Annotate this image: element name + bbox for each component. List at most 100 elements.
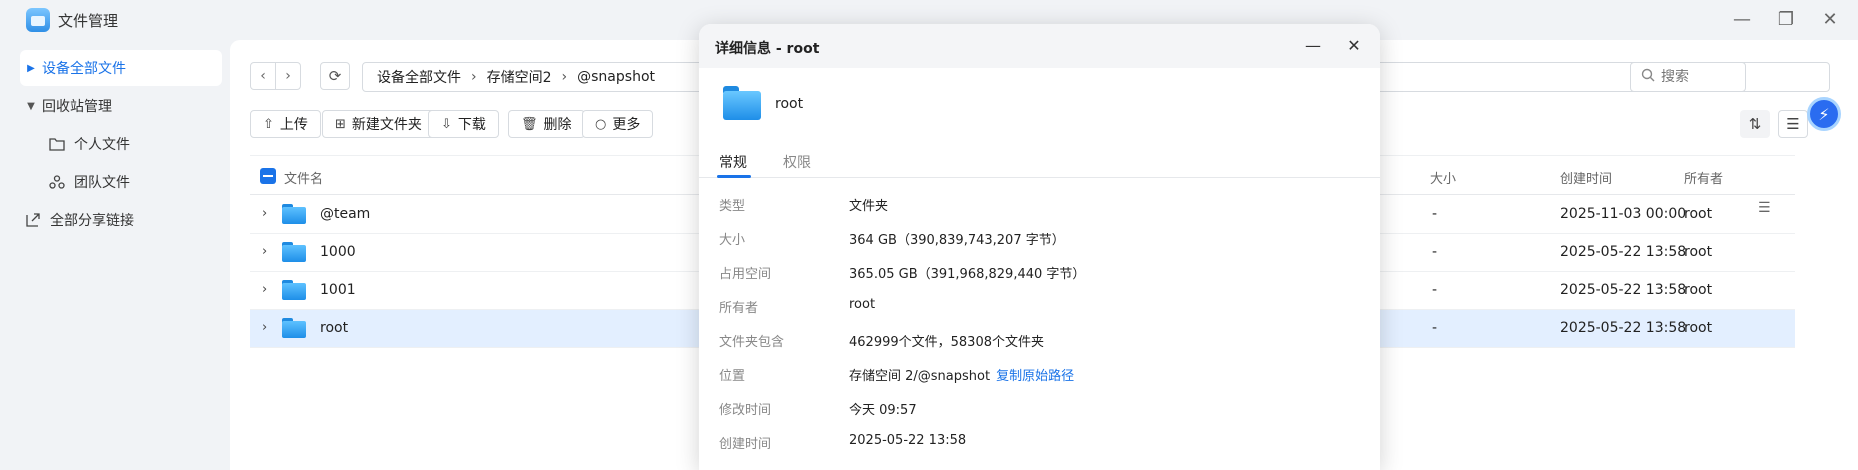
sidebar-item-label: 设备全部文件 xyxy=(42,61,126,77)
file-name: root xyxy=(320,320,349,336)
prop-label-type: 类型 xyxy=(719,199,746,214)
dialog-title: 详细信息 - root xyxy=(715,41,820,57)
file-name: 1001 xyxy=(320,282,356,298)
sidebar-item-share-links[interactable]: 全部分享链接 xyxy=(20,202,222,238)
delete-label: 删除 xyxy=(543,117,572,133)
prop-value-owner: root xyxy=(849,297,876,312)
chevron-right-icon: › xyxy=(561,69,568,85)
caret-right-icon: ▶ xyxy=(27,62,35,74)
delete-button[interactable]: 🗑 删除 xyxy=(508,110,585,138)
file-created: 2025-05-22 13:58 xyxy=(1560,282,1687,298)
folder-icon xyxy=(282,280,306,300)
tab-permissions[interactable]: 权限 xyxy=(783,152,811,172)
prop-value-modified: 今天 09:57 xyxy=(849,403,917,418)
prop-label-contains: 文件夹包含 xyxy=(719,335,785,350)
dialog-minimize-icon[interactable]: — xyxy=(1301,34,1325,58)
prop-label-modified: 修改时间 xyxy=(719,403,772,418)
list-view-button[interactable]: ☰ xyxy=(1778,110,1808,138)
new-folder-label: 新建文件夹 xyxy=(351,117,422,133)
breadcrumb-item[interactable]: 存储空间2 xyxy=(487,67,552,87)
chevron-right-icon[interactable]: › xyxy=(262,282,267,297)
prop-value-size: 364 GB（390,839,743,207 字节） xyxy=(849,233,1065,248)
sidebar-item-personal-files[interactable]: 个人文件 xyxy=(20,126,222,162)
sidebar-item-label: 个人文件 xyxy=(74,137,130,153)
file-size: - xyxy=(1432,320,1438,336)
more-label: 更多 xyxy=(612,117,641,133)
sidebar-item-recycle-bin[interactable]: ▼ 回收站管理 xyxy=(20,88,222,124)
forward-button[interactable]: › xyxy=(275,62,301,90)
column-header-size[interactable]: 大小 xyxy=(1430,168,1456,187)
folder-outline-icon xyxy=(48,135,66,153)
maximize-icon[interactable]: ❐ xyxy=(1774,8,1798,32)
details-dialog: 详细信息 - root — ✕ root 常规 权限 类型 文件夹 大小 364… xyxy=(699,24,1380,470)
prop-value-created: 2025-05-22 13:58 xyxy=(849,433,967,448)
more-circle-icon: ○ xyxy=(595,116,607,132)
prop-label-created: 创建时间 xyxy=(719,437,772,452)
dialog-tabs: 常规 权限 xyxy=(699,144,1380,178)
prop-label-location: 位置 xyxy=(719,369,746,384)
folder-icon xyxy=(282,204,306,224)
folder-icon xyxy=(282,318,306,338)
prop-label-disk-usage: 占用空间 xyxy=(719,267,772,282)
prop-label-owner: 所有者 xyxy=(719,301,759,316)
folder-icon xyxy=(282,242,306,262)
prop-value-type: 文件夹 xyxy=(849,199,889,214)
tab-general[interactable]: 常规 xyxy=(719,152,747,172)
chevron-right-icon: › xyxy=(471,69,477,85)
refresh-button[interactable]: ⟳ xyxy=(320,62,350,90)
folder-icon xyxy=(723,86,761,120)
breadcrumb-item[interactable]: 设备全部文件 xyxy=(377,67,461,87)
team-icon xyxy=(48,173,66,191)
upload-label: 上传 xyxy=(279,117,308,133)
caret-down-icon: ▼ xyxy=(27,100,35,112)
back-button[interactable]: ‹ xyxy=(250,62,276,90)
new-folder-icon: ⊞ xyxy=(335,116,346,132)
download-icon: ⇩ xyxy=(441,116,452,132)
copy-path-link[interactable]: 复制原始路径 xyxy=(996,369,1074,384)
file-manager-app-icon xyxy=(26,8,50,32)
column-header-created[interactable]: 创建时间 xyxy=(1560,168,1612,187)
column-header-name[interactable]: 文件名 xyxy=(284,168,323,187)
sidebar: ▶ 设备全部文件 ▼ 回收站管理 个人文件 团队文件 全部分享链接 xyxy=(0,40,230,470)
chevron-right-icon[interactable]: › xyxy=(262,206,267,221)
download-label: 下载 xyxy=(457,117,486,133)
file-created: 2025-11-03 00:00 xyxy=(1560,206,1687,222)
upload-icon: ⇧ xyxy=(263,116,274,132)
file-name: 1000 xyxy=(320,244,356,260)
search-box[interactable] xyxy=(1630,62,1830,92)
prop-value-location: 存储空间 2/@snapshot 复制原始路径 xyxy=(849,365,1074,384)
dialog-header: 详细信息 - root — ✕ xyxy=(699,24,1380,68)
file-owner: root xyxy=(1684,244,1713,260)
file-created: 2025-05-22 13:58 xyxy=(1560,244,1687,260)
sidebar-item-team-files[interactable]: 团队文件 xyxy=(20,164,222,200)
app-title: 文件管理 xyxy=(58,12,119,30)
dialog-close-icon[interactable]: ✕ xyxy=(1342,34,1366,58)
upload-button[interactable]: ⇧ 上传 xyxy=(250,110,321,138)
sidebar-item-label: 全部分享链接 xyxy=(50,213,134,229)
file-size: - xyxy=(1432,206,1438,222)
prop-label-size: 大小 xyxy=(719,233,746,248)
file-owner: root xyxy=(1684,206,1713,222)
share-icon xyxy=(24,211,42,229)
search-input[interactable] xyxy=(1661,69,1811,85)
download-button[interactable]: ⇩ 下载 xyxy=(428,110,499,138)
sidebar-item-all-device-files[interactable]: ▶ 设备全部文件 xyxy=(20,50,222,86)
column-header-owner[interactable]: 所有者 xyxy=(1684,168,1723,187)
sidebar-item-label: 团队文件 xyxy=(74,175,130,191)
file-owner: root xyxy=(1684,320,1713,336)
chevron-right-icon[interactable]: › xyxy=(262,244,267,259)
sort-button[interactable]: ⇅ xyxy=(1740,110,1770,138)
minimize-icon[interactable]: — xyxy=(1730,8,1754,32)
location-path: 存储空间 2/@snapshot xyxy=(849,369,991,384)
sort-icon: ⇅ xyxy=(1748,115,1762,133)
chevron-right-icon[interactable]: › xyxy=(262,320,267,335)
select-all-checkbox[interactable] xyxy=(260,168,276,184)
more-button[interactable]: ○ 更多 xyxy=(582,110,654,138)
active-tab-indicator xyxy=(717,175,751,178)
new-folder-button[interactable]: ⊞ 新建文件夹 xyxy=(322,110,435,138)
breadcrumb-item[interactable]: @snapshot xyxy=(577,69,655,85)
file-owner: root xyxy=(1684,282,1713,298)
close-icon[interactable]: ✕ xyxy=(1818,8,1842,32)
assistant-lightning-icon[interactable]: ⚡ xyxy=(1807,97,1841,131)
prop-value-disk-usage: 365.05 GB（391,968,829,440 字节） xyxy=(849,267,1086,282)
